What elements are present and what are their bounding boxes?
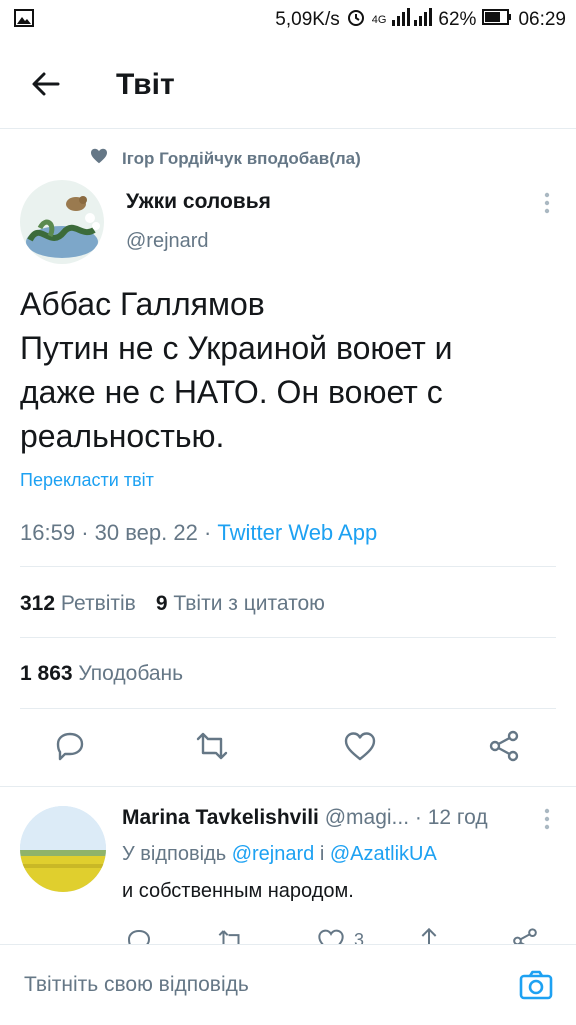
tweet-text-line: реальностью. (20, 418, 225, 454)
reply-author-name[interactable]: Marina Tavkelishvili (122, 806, 319, 829)
social-context-text: Ігор Гордійчук вподобав(ла) (122, 148, 361, 168)
reply-like-icon[interactable] (316, 926, 346, 944)
like-icon[interactable] (342, 728, 378, 764)
author-handle[interactable]: @rejnard (126, 230, 209, 253)
clock: 06:29 (518, 9, 566, 30)
reply-author-handle[interactable]: @magi... (325, 806, 409, 829)
more-options-icon[interactable] (544, 192, 550, 219)
mention-link[interactable]: @AzatlikUA (330, 843, 437, 865)
tweet-time: 16:59 (20, 520, 76, 545)
translate-tweet-link[interactable]: Перекласти твіт (20, 470, 154, 491)
back-arrow-icon[interactable] (30, 68, 62, 100)
tweet-date: 30 вер. 22 (94, 520, 198, 545)
author-name[interactable]: Ужки соловья (126, 190, 271, 214)
status-bar: 5,09K/s 4G 62% 06:29 (0, 0, 576, 40)
reply-header: Marina Tavkelishvili @magi... · 12 год (122, 806, 488, 829)
likes-stat[interactable]: 1 863 Уподобань (20, 662, 183, 686)
app-header: Твіт (0, 40, 576, 129)
alarm-icon (346, 7, 366, 33)
battery-icon (482, 9, 512, 31)
reply-more-options-icon[interactable] (544, 808, 550, 835)
reply-share-icon[interactable] (414, 926, 444, 944)
retweets-stat[interactable]: 312 Ретвітів (20, 592, 136, 616)
battery-percent: 62% (438, 9, 477, 30)
network-speed: 5,09K/s (275, 9, 340, 30)
author-avatar[interactable] (20, 180, 104, 264)
tweet-text: Аббас Галлямов Путин не с Украиной воюет… (20, 282, 560, 458)
divider (20, 708, 556, 709)
network-type: 4G (371, 14, 387, 26)
reply-composer-placeholder[interactable]: Твітніть свою відповідь (24, 973, 249, 997)
divider (0, 786, 576, 787)
tweet-stats: 312 Ретвітів 9 Твіти з цитатою (20, 592, 325, 616)
reply-reply-icon[interactable] (124, 926, 154, 944)
divider (20, 566, 556, 567)
reply-action-bar: 3 (0, 926, 576, 944)
tweet-meta: 16:59 · 30 вер. 22 · Twitter Web App (20, 520, 378, 545)
gallery-notification-icon (14, 9, 34, 32)
mention-link[interactable]: @rejnard (232, 843, 315, 865)
quotes-stat[interactable]: 9 Твіти з цитатою (156, 592, 325, 616)
tweet-text-line: даже не с НАТО. Он воюет с (20, 374, 443, 410)
camera-icon[interactable] (518, 967, 554, 1003)
reply-time: 12 год (427, 806, 488, 829)
tweet-text-line: Путин не с Украиной воюет и (20, 330, 453, 366)
share-icon[interactable] (486, 728, 522, 764)
retweet-icon[interactable] (194, 728, 230, 764)
social-context[interactable]: Ігор Гордійчук вподобав(ла) (90, 148, 361, 169)
reply-retweet-icon[interactable] (216, 926, 246, 944)
reply-icon[interactable] (52, 728, 88, 764)
signal-icon (392, 8, 433, 32)
reply-composer[interactable]: Твітніть свою відповідь (0, 944, 576, 1025)
reply-like-count: 3 (354, 930, 365, 944)
reply-to-line: У відповідь @rejnard і @AzatlikUA (122, 843, 437, 865)
reply-text: и собственным народом. (122, 880, 354, 902)
heart-icon (90, 148, 108, 169)
reply-author-avatar[interactable] (20, 806, 106, 892)
tweet-text-line: Аббас Галлямов (20, 286, 265, 322)
reply-more-share-icon[interactable] (510, 926, 540, 944)
tweet-action-bar (0, 728, 576, 768)
tweet-app-link[interactable]: Twitter Web App (217, 520, 377, 545)
divider (20, 637, 556, 638)
page-title: Твіт (116, 68, 175, 101)
